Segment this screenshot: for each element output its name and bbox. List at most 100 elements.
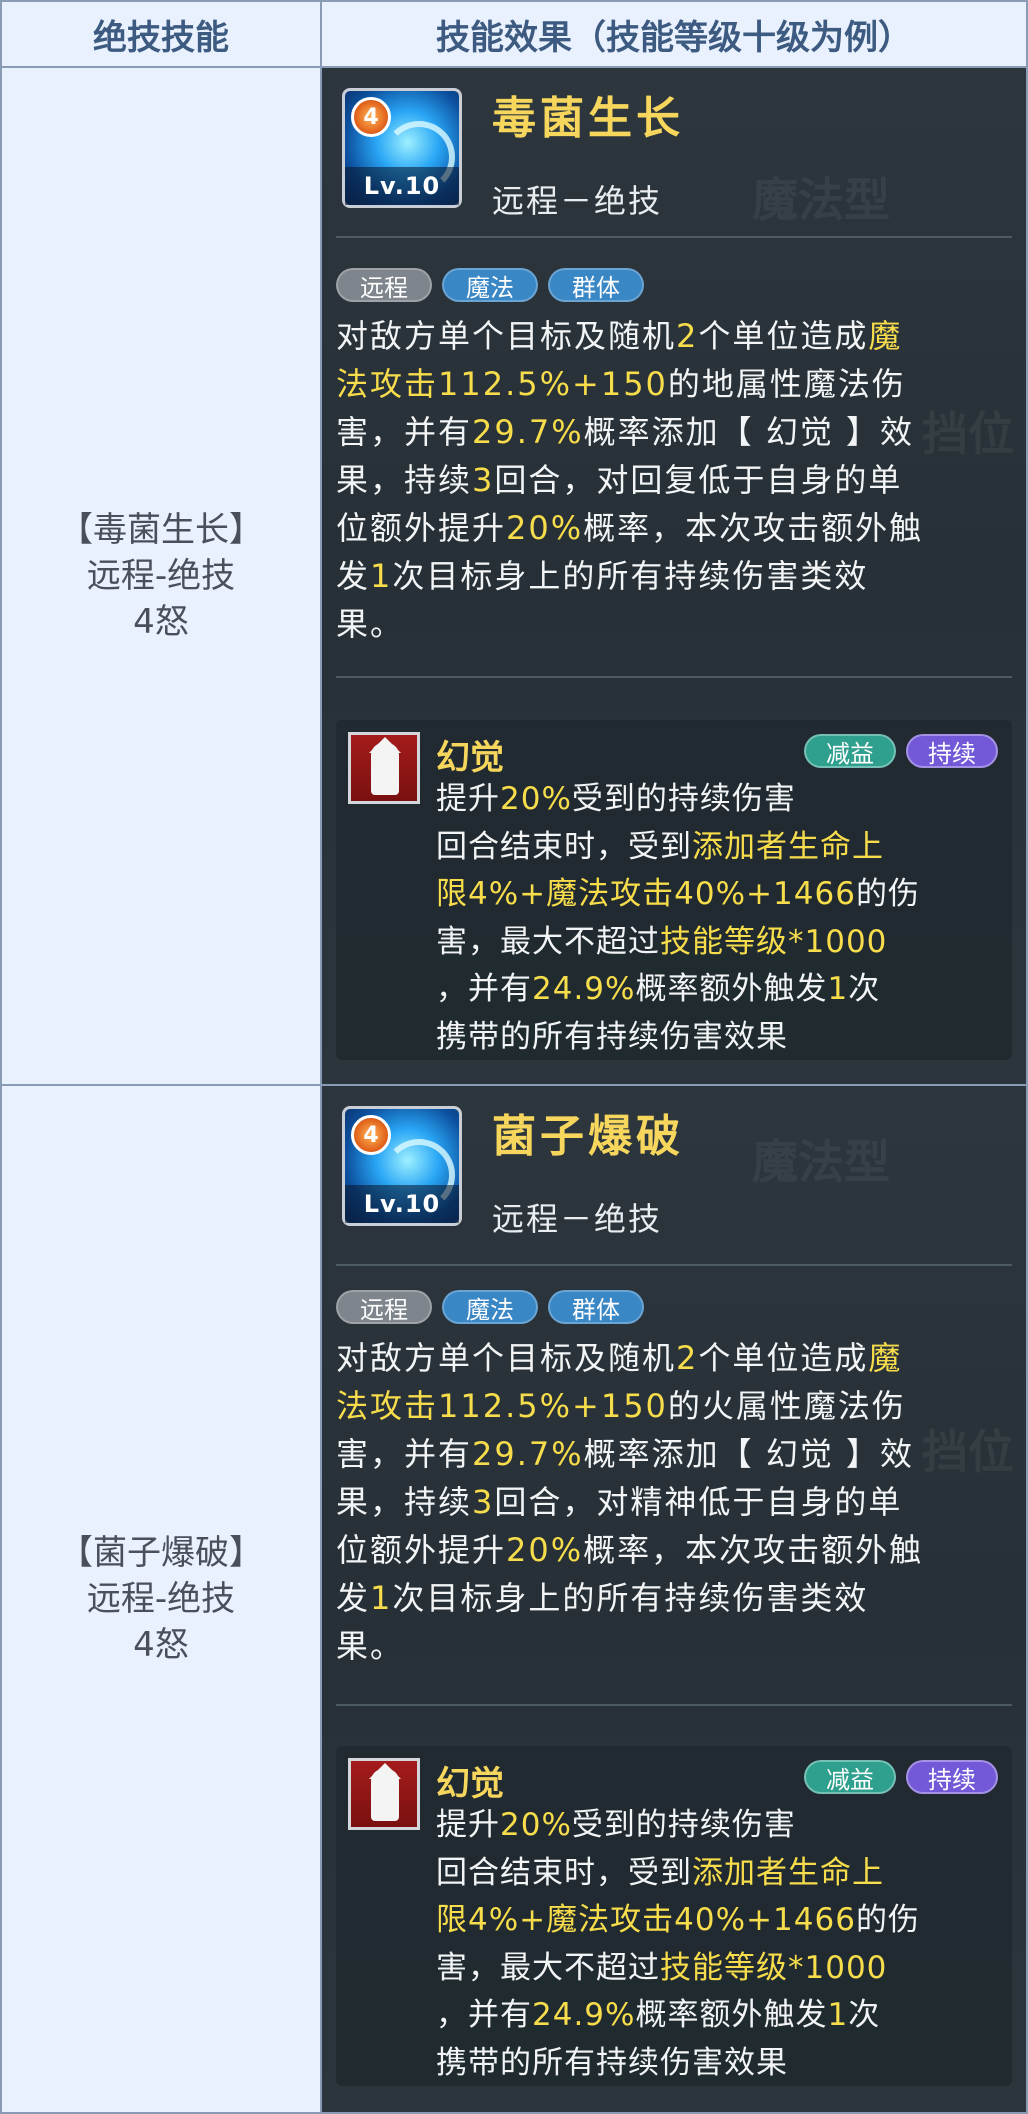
buff-description: 提升20%受到的持续伤害 回合结束时，受到添加者生命上 限4%+魔法攻击40%+14… — [436, 776, 1004, 1061]
text-segment: 个单位造成 — [698, 317, 869, 355]
text-line: 限4%+魔法攻击40%+1466的伤 — [436, 1897, 1004, 1945]
text-segment: 的伤 — [855, 1902, 920, 1938]
text-segment: 个单位造成 — [698, 1339, 869, 1377]
text-segment: 位额外提升 — [336, 509, 507, 547]
text-segment: 次 — [848, 1997, 881, 2033]
tag-group: 群体 — [548, 268, 644, 302]
text-segment: 害，并有 — [336, 1435, 473, 1473]
skill-icon: 4 Lv.10 — [342, 88, 462, 208]
text-segment: 果。 — [336, 605, 405, 643]
text-segment: 提升 — [436, 781, 500, 817]
divider — [336, 236, 1012, 238]
text-line: 害，并有29.7%概率添加【 幻觉 】效 — [336, 408, 1016, 456]
text-segment: 的地属性魔法伤 — [667, 365, 906, 403]
row-1-effect-cell: 魔法型 挡位 4 Lv.10 毒菌生长 远程－绝技 远程 魔法 群体 对敌方单个… — [320, 66, 1028, 1086]
text-line: 提升20%受到的持续伤害 — [436, 776, 1004, 824]
skill-table: 绝技技能 技能效果（技能等级十级为例） 【毒菌生长】 远程-绝技 4怒 魔法型 … — [0, 0, 1028, 2114]
skill-subtitle: 远程－绝技 — [492, 182, 663, 220]
hallucination-icon — [348, 1758, 420, 1830]
text-line: 发1次目标身上的所有持续伤害类效 — [336, 1574, 1016, 1622]
skill-description: 对敌方单个目标及随机2个单位造成魔 法攻击112.5%+150的地属性魔法伤 害，并… — [336, 312, 1016, 648]
highlight-text: 1 — [827, 1997, 849, 2033]
text-line: 果，持续3回合，对精神低于自身的单 — [336, 1478, 1016, 1526]
skill-panel: 魔法型 挡位 4 Lv.10 毒菌生长 远程－绝技 远程 魔法 群体 对敌方单个… — [322, 68, 1026, 1084]
text-line: 害，并有29.7%概率添加【 幻觉 】效 — [336, 1430, 1016, 1478]
buff-tags: 减益 持续 — [804, 734, 998, 768]
text-segment: 的伤 — [855, 876, 920, 912]
buff-tags: 减益 持续 — [804, 1760, 998, 1794]
skill-panel: 魔法型 挡位 4 Lv.10 菌子爆破 远程－绝技 远程 魔法 群体 对敌方单个… — [322, 1086, 1026, 2112]
text-segment: ，并有 — [436, 971, 532, 1007]
row-1-skill-title: 【毒菌生长】 — [59, 510, 263, 550]
text-segment: 提升 — [436, 1807, 500, 1843]
skill-subtitle: 远程－绝技 — [492, 1200, 663, 1238]
highlight-text: 2 — [676, 317, 699, 355]
highlight-text: 限4%+魔法攻击40%+1466 — [436, 876, 856, 912]
text-line: 法攻击112.5%+150的火属性魔法伤 — [336, 1382, 1016, 1430]
highlight-text: 法攻击112.5%+150 — [336, 365, 668, 403]
divider — [336, 1264, 1012, 1266]
text-line: 害，最大不超过技能等级*1000 — [436, 1945, 1004, 1993]
text-segment: 受到的持续伤害 — [571, 781, 796, 817]
skill-name: 菌子爆破 — [492, 1111, 684, 1162]
text-line: 位额外提升20%概率，本次攻击额外触 — [336, 504, 1016, 552]
highlight-text: 20% — [506, 509, 584, 547]
highlight-text: 24.9% — [532, 1997, 636, 2033]
buff-card: 幻觉 减益 持续 提升20%受到的持续伤害 回合结束时，受到添加者生命上 限4%+魔… — [336, 720, 1012, 1060]
text-segment: ，并有 — [436, 1997, 532, 2033]
hallucination-icon — [348, 732, 420, 804]
divider — [336, 676, 1012, 678]
skill-description: 对敌方单个目标及随机2个单位造成魔 法攻击112.5%+150的火属性魔法伤 害，并… — [336, 1334, 1016, 1670]
highlight-text: 添加者生命上 — [692, 828, 884, 865]
text-line: 回合结束时，受到添加者生命上 — [436, 1850, 1004, 1898]
text-segment: 害，并有 — [336, 413, 473, 451]
header-skill-effect: 技能效果（技能等级十级为例） — [320, 0, 1028, 68]
text-segment: 次目标身上的所有持续伤害类效 — [392, 1579, 869, 1617]
background-ghost-text: 魔法型 — [752, 1135, 890, 1189]
row-2-skill-type: 远程-绝技 — [86, 1579, 236, 1619]
text-segment: 发 — [336, 1579, 371, 1617]
text-line: 果。 — [336, 1622, 1016, 1670]
text-segment: 概率添加【 幻觉 】效 — [583, 413, 915, 451]
text-segment: 携带的所有持续伤害效果 — [436, 2044, 788, 2081]
text-segment: 回合结束时，受到 — [436, 828, 692, 865]
divider — [336, 1704, 1012, 1706]
header-skill-name-text: 绝技技能 — [93, 17, 229, 58]
text-line: 提升20%受到的持续伤害 — [436, 1802, 1004, 1850]
tag-magic: 魔法 — [442, 1290, 538, 1324]
background-ghost-text: 魔法型 — [752, 173, 890, 227]
tag-range: 远程 — [336, 1290, 432, 1324]
text-line: 果，持续3回合，对回复低于自身的单 — [336, 456, 1016, 504]
buff-card: 幻觉 减益 持续 提升20%受到的持续伤害 回合结束时，受到添加者生命上 限4%+魔… — [336, 1746, 1012, 2086]
row-1-skill-type: 远程-绝技 — [86, 556, 236, 596]
row-1-skill-cost: 4怒 — [133, 602, 189, 642]
text-line: 对敌方单个目标及随机2个单位造成魔 — [336, 312, 1016, 360]
text-segment: 概率，本次攻击额外触 — [583, 509, 924, 547]
highlight-text: 1 — [370, 1579, 393, 1617]
highlight-text: 24.9% — [532, 971, 636, 1007]
text-segment: 害，最大不超过 — [436, 1949, 660, 1986]
buff-name: 幻觉 — [436, 738, 504, 778]
highlight-text: 3 — [472, 1483, 495, 1521]
text-line: 携带的所有持续伤害效果 — [436, 2040, 1004, 2088]
text-line: 法攻击112.5%+150的地属性魔法伤 — [336, 360, 1016, 408]
tag-group: 群体 — [548, 1290, 644, 1324]
text-segment: 果，持续 — [336, 1483, 473, 1521]
skill-name: 毒菌生长 — [492, 93, 684, 144]
text-line: 对敌方单个目标及随机2个单位造成魔 — [336, 1334, 1016, 1382]
header-skill-effect-text: 技能效果（技能等级十级为例） — [436, 17, 912, 58]
text-segment: 果。 — [336, 1627, 405, 1665]
text-segment: 果，持续 — [336, 461, 473, 499]
text-line: 回合结束时，受到添加者生命上 — [436, 824, 1004, 872]
skill-tags: 远程 魔法 群体 — [336, 268, 644, 302]
text-line: 携带的所有持续伤害效果 — [436, 1014, 1004, 1062]
highlight-text: 1 — [827, 971, 849, 1007]
tag-debuff: 减益 — [804, 1760, 896, 1794]
text-line: 发1次目标身上的所有持续伤害类效 — [336, 552, 1016, 600]
text-segment: 回合，对回复低于自身的单 — [494, 461, 903, 499]
highlight-text: 技能等级*1000 — [660, 1949, 888, 1986]
highlight-text: 20% — [500, 781, 572, 817]
text-segment: 概率，本次攻击额外触 — [583, 1531, 924, 1569]
text-segment: 次目标身上的所有持续伤害类效 — [392, 557, 869, 595]
row-2-effect-cell: 魔法型 挡位 4 Lv.10 菌子爆破 远程－绝技 远程 魔法 群体 对敌方单个… — [320, 1084, 1028, 2114]
